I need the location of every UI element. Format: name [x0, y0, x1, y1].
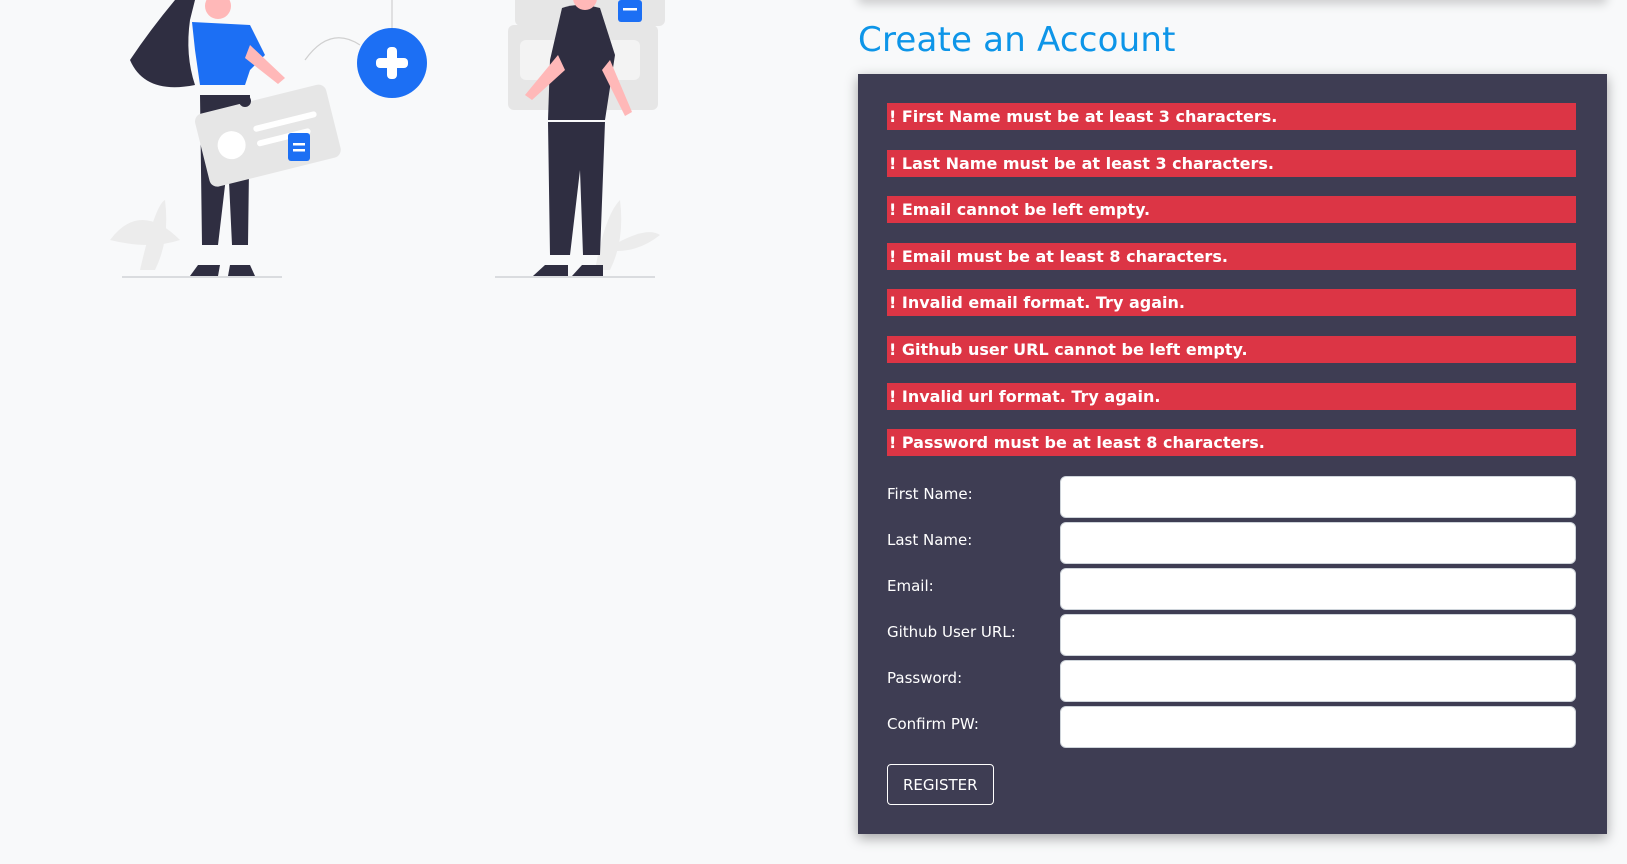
github-url-row: Github User URL:: [887, 614, 1576, 660]
email-input[interactable]: [1060, 568, 1576, 610]
registration-form: ! First Name must be at least 3 characte…: [858, 74, 1607, 834]
email-row: Email:: [887, 568, 1576, 614]
error-message: ! Github user URL cannot be left empty.: [887, 335, 1576, 363]
confirm-password-input[interactable]: [1060, 706, 1576, 748]
error-message: ! Invalid url format. Try again.: [887, 382, 1576, 410]
email-label: Email:: [887, 577, 934, 595]
password-row: Password:: [887, 660, 1576, 706]
last-name-input[interactable]: [1060, 522, 1576, 564]
confirm-password-label: Confirm PW:: [887, 715, 979, 733]
first-name-label: First Name:: [887, 485, 973, 503]
first-name-input[interactable]: [1060, 476, 1576, 518]
github-url-label: Github User URL:: [887, 623, 1016, 641]
page-title: Create an Account: [858, 20, 1176, 60]
confirm-password-row: Confirm PW:: [887, 706, 1576, 752]
error-message: ! Password must be at least 8 characters…: [887, 429, 1576, 457]
error-message: ! Invalid email format. Try again.: [887, 289, 1576, 317]
signup-illustration: [110, 0, 665, 278]
password-input[interactable]: [1060, 660, 1576, 702]
error-message: ! Email cannot be left empty.: [887, 196, 1576, 224]
first-name-row: First Name:: [887, 476, 1576, 522]
error-list: ! First Name must be at least 3 characte…: [887, 103, 1576, 476]
register-button[interactable]: REGISTER: [887, 764, 994, 805]
github-url-input[interactable]: [1060, 614, 1576, 656]
password-label: Password:: [887, 669, 963, 687]
page: Create an Account ! First Name must be a…: [0, 0, 1627, 864]
last-name-row: Last Name:: [887, 522, 1576, 568]
form-fields: First Name: Last Name: Email: Github Use…: [887, 476, 1576, 752]
last-name-label: Last Name:: [887, 531, 973, 549]
error-message: ! Email must be at least 8 characters.: [887, 242, 1576, 270]
error-message: ! First Name must be at least 3 characte…: [887, 103, 1576, 130]
error-message: ! Last Name must be at least 3 character…: [887, 149, 1576, 177]
